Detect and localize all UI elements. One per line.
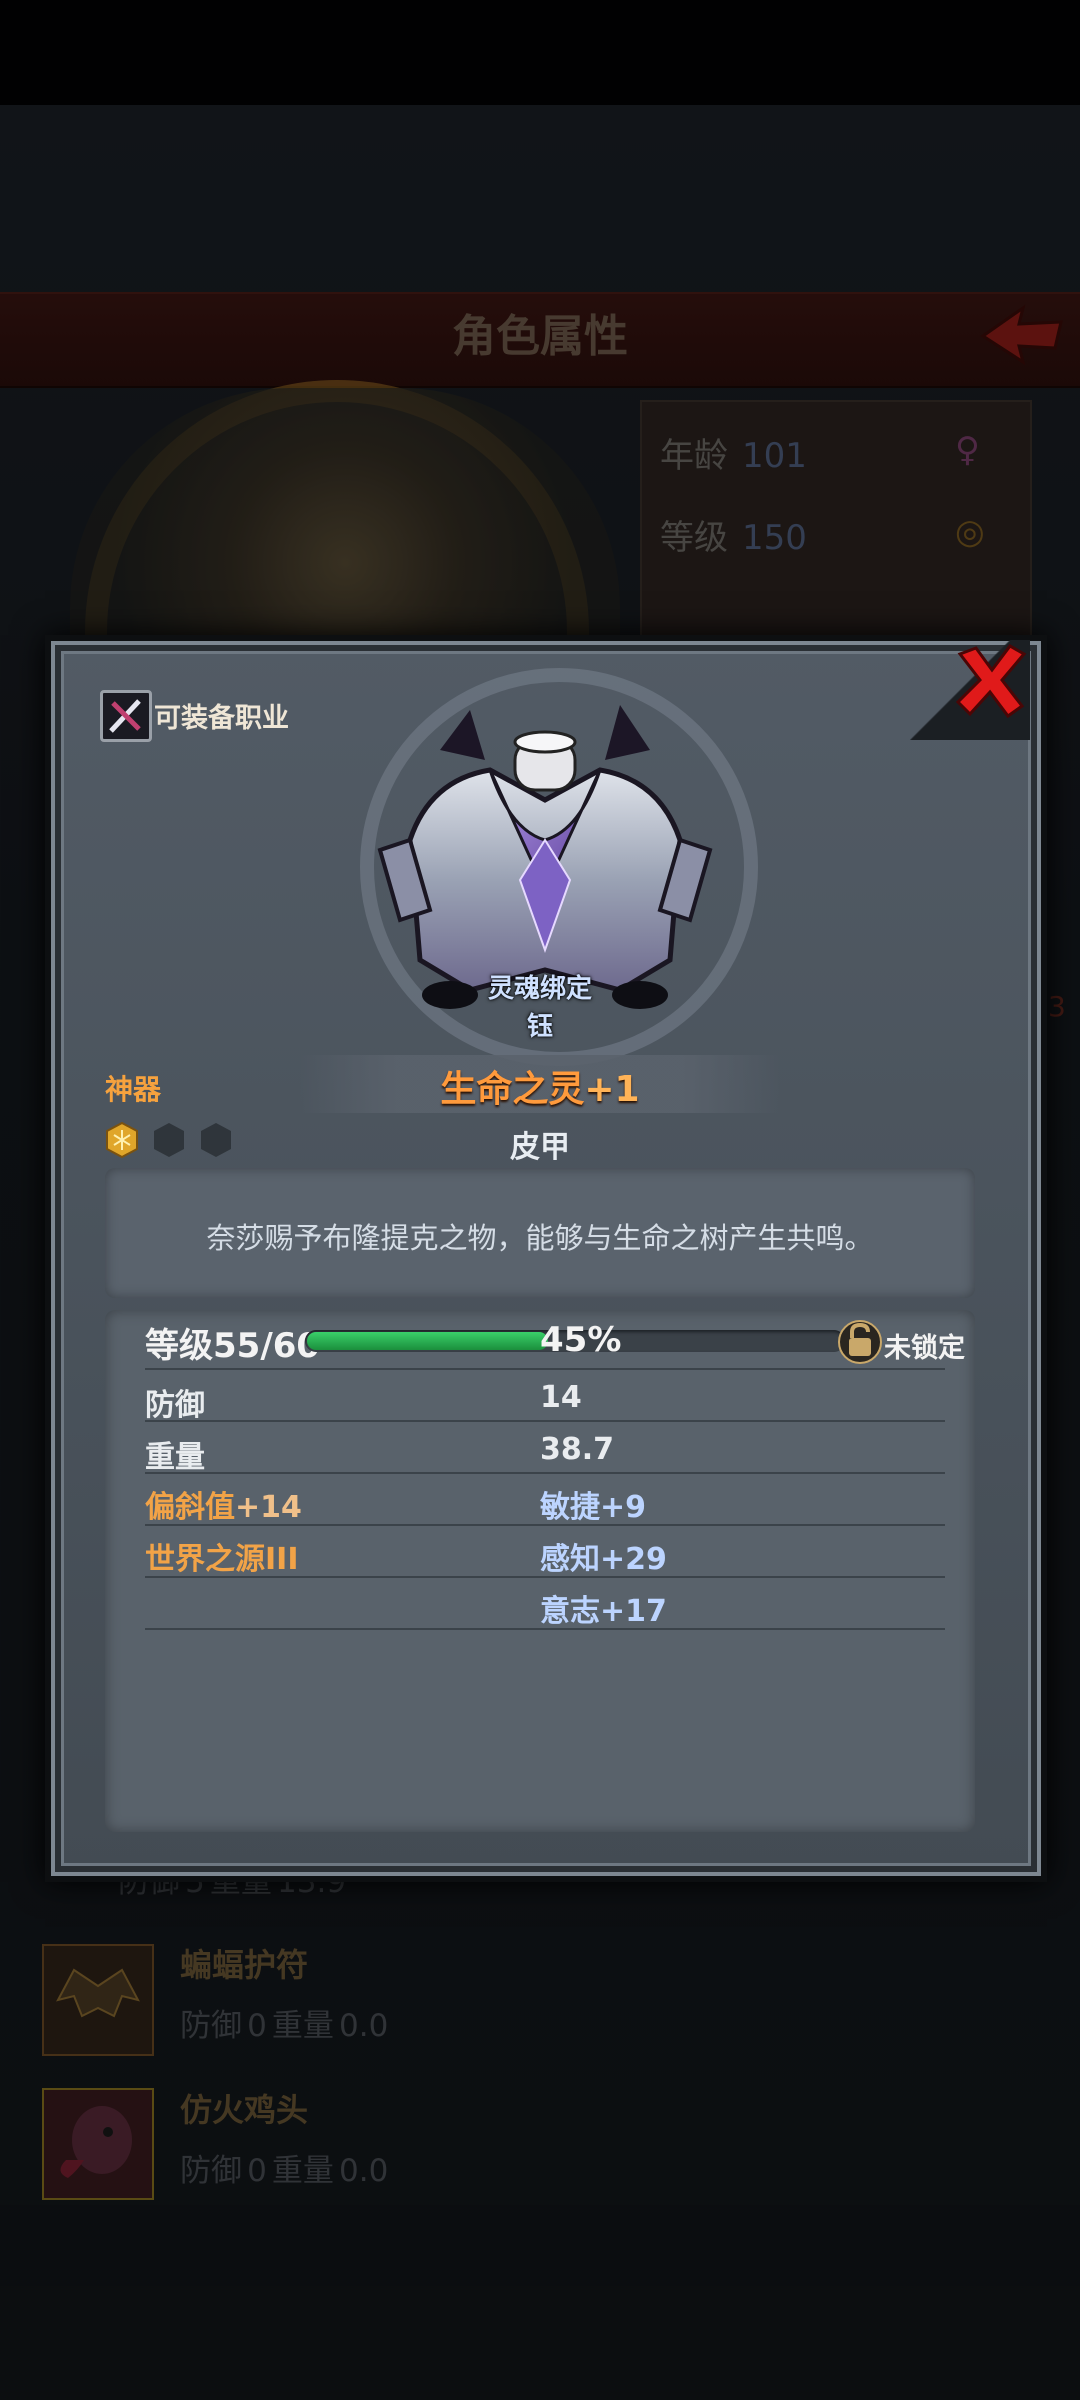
stat-bonus: +29 [600,1542,667,1577]
lock-status-label[interactable]: 未锁定 [884,1326,965,1365]
stat-right: 感知+29 [540,1534,667,1578]
stat-right: 38.7 [540,1432,614,1467]
padlock-icon[interactable] [838,1318,882,1364]
stat-bonus: +17 [600,1594,667,1629]
row-divider [145,1524,945,1526]
stat-left: 防御 [145,1380,205,1424]
stat-name: 世界之源III [145,1542,299,1577]
level-progress-percent: 45% [540,1320,622,1360]
stat-name: 偏斜值 [145,1490,235,1525]
stat-name: 防御 [145,1388,205,1423]
stat-bonus: +9 [600,1490,647,1525]
stat-name: 意志 [540,1594,600,1629]
stat-right: 意志+17 [540,1586,667,1630]
stat-right: 14 [540,1380,582,1415]
row-divider [145,1628,945,1630]
crossed-swords-icon[interactable] [100,690,152,742]
soulbound-label: 灵魂绑定 [487,974,592,1004]
stat-left: 偏斜值+14 [145,1482,302,1526]
close-icon[interactable] [950,640,1030,720]
stat-left: 世界之源III [145,1534,299,1578]
armor-type-label: 皮甲 [510,1130,570,1165]
row-divider [145,1420,945,1422]
enhance-level: +1 [584,1069,640,1110]
material-label: 钰 [526,1012,553,1042]
stat-name: 重量 [145,1440,205,1475]
row-divider [145,1576,945,1578]
equippable-classes-label[interactable]: 可装备职业 [154,696,289,735]
stat-bonus: +14 [235,1490,302,1525]
item-description: 奈莎赐予布隆提克之物，能够与生命之树产生共鸣。 [206,1221,874,1255]
stat-name: 感知 [540,1542,600,1577]
row-divider [145,1368,945,1370]
stat-value: 38.7 [540,1432,615,1467]
row-divider [145,1472,945,1474]
level-progress-fill [307,1332,548,1350]
item-name: 生命之灵+1 [0,1060,1080,1112]
stat-right: 敏捷+9 [540,1482,646,1526]
stat-name: 敏捷 [540,1490,600,1525]
item-level-label: 等级55/60 [145,1326,321,1366]
item-name-text: 生命之灵 [440,1069,585,1110]
stat-left: 重量 [145,1432,205,1476]
stat-value: 14 [540,1380,582,1415]
